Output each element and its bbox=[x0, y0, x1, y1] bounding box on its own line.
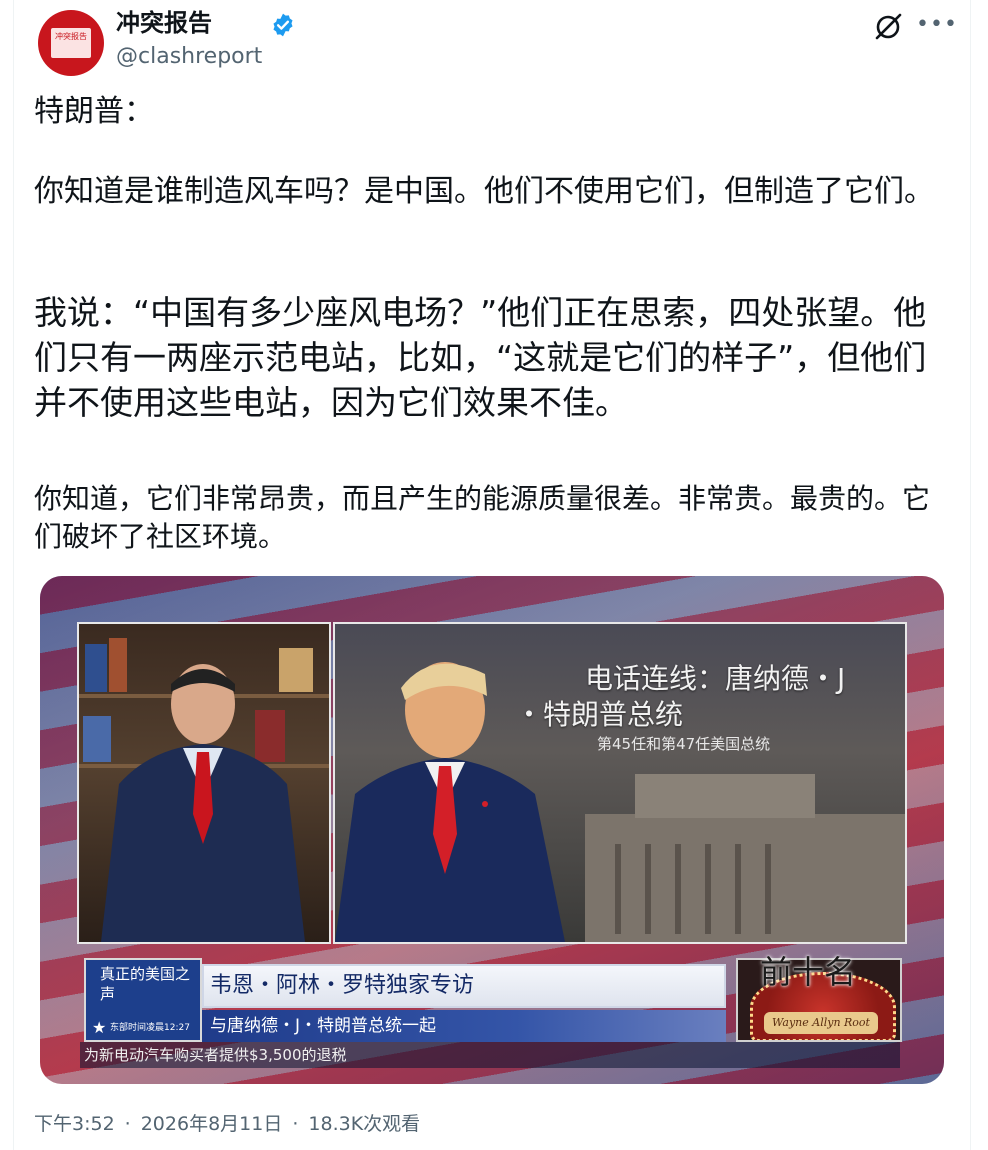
column bbox=[735, 844, 741, 934]
column bbox=[705, 844, 711, 934]
post-time[interactable]: 下午3:52 bbox=[34, 1113, 115, 1135]
view-count[interactable]: 18.3K次观看 bbox=[308, 1113, 420, 1135]
column bbox=[615, 844, 621, 934]
subheadline-text: 与唐纳德・J・特朗普总统一起 bbox=[210, 1016, 437, 1036]
corner-label: 前十名 bbox=[760, 953, 857, 991]
show-badge: 真正的美国之声 ★ 东部时间凌晨12:27 bbox=[84, 958, 202, 1042]
post-text-line-2: 你知道是谁制造风车吗？是中国。他们不使用它们，但制造了它们。 bbox=[34, 174, 934, 209]
overlay-title-1: 电话连线：唐纳德・J bbox=[585, 662, 846, 695]
guest-video-panel: 电话连线：唐纳德・J ・特朗普总统 第45任和第47任美国总统 bbox=[333, 622, 907, 944]
headline-text: 韦恩・阿林・罗特独家专访 bbox=[210, 973, 475, 998]
building bbox=[585, 814, 905, 942]
subheadline-bar: 与唐纳德・J・特朗普总统一起 bbox=[202, 1010, 726, 1042]
user-handle[interactable]: @clashreport bbox=[116, 43, 262, 71]
post-date[interactable]: 2026年8月11日 bbox=[141, 1113, 283, 1135]
host-figure bbox=[101, 664, 305, 942]
more-icon[interactable]: ••• bbox=[916, 10, 957, 40]
ticker-text: 为新电动汽车购买者提供$3,500的退税 bbox=[84, 1046, 347, 1064]
overlay-subtitle: 第45任和第47任美国总统 bbox=[597, 735, 771, 753]
right-border bbox=[970, 0, 971, 1150]
building-roof bbox=[635, 774, 815, 818]
news-ticker: 为新电动汽车购买者提供$3,500的退税 bbox=[80, 1042, 900, 1068]
post-text-line-3: 我说：“中国有多少座风电场？”他们正在思索，四处张望。他们只有一两座示范电站，比… bbox=[34, 293, 927, 422]
verified-badge-icon bbox=[273, 13, 293, 37]
avatar[interactable]: 冲突报告 bbox=[38, 10, 104, 76]
headline-bar: 韦恩・阿林・罗特独家专访 bbox=[202, 964, 726, 1008]
column bbox=[645, 844, 651, 934]
avatar-label: 冲突报告 bbox=[51, 28, 91, 58]
separator-dot: · bbox=[292, 1113, 299, 1135]
post-text-line-1: 特朗普： bbox=[34, 94, 154, 129]
lower-third: 真正的美国之声 ★ 东部时间凌晨12:27 韦恩・阿林・罗特独家专访 与唐纳德・… bbox=[84, 958, 730, 1042]
badge-time: 东部时间凌晨12:27 bbox=[110, 1023, 190, 1033]
host-video-panel bbox=[77, 622, 331, 944]
separator-dot: · bbox=[124, 1113, 131, 1135]
left-border bbox=[13, 0, 14, 1150]
display-name[interactable]: 冲突报告 bbox=[116, 8, 212, 38]
grok-icon[interactable] bbox=[872, 11, 904, 43]
column bbox=[765, 844, 771, 934]
star-icon: ★ bbox=[92, 1018, 107, 1037]
post-text-line-4: 你知道，它们非常昂贵，而且产生的能源质量很差。非常贵。最贵的。它们破坏了社区环境… bbox=[34, 482, 931, 553]
post-meta: 下午3:52 · 2026年8月11日 · 18.3K次观看 bbox=[34, 1110, 420, 1138]
logo-sign: Wayne Allyn Root bbox=[764, 1012, 878, 1034]
overlay-title-2: ・特朗普总统 bbox=[515, 698, 684, 731]
video-player[interactable]: 电话连线：唐纳德・J ・特朗普总统 第45任和第47任美国总统 真正的美国之声 … bbox=[40, 576, 944, 1084]
show-badge-title: 真正的美国之声 bbox=[100, 965, 191, 1003]
column bbox=[675, 844, 681, 934]
guest-figure bbox=[335, 662, 565, 942]
